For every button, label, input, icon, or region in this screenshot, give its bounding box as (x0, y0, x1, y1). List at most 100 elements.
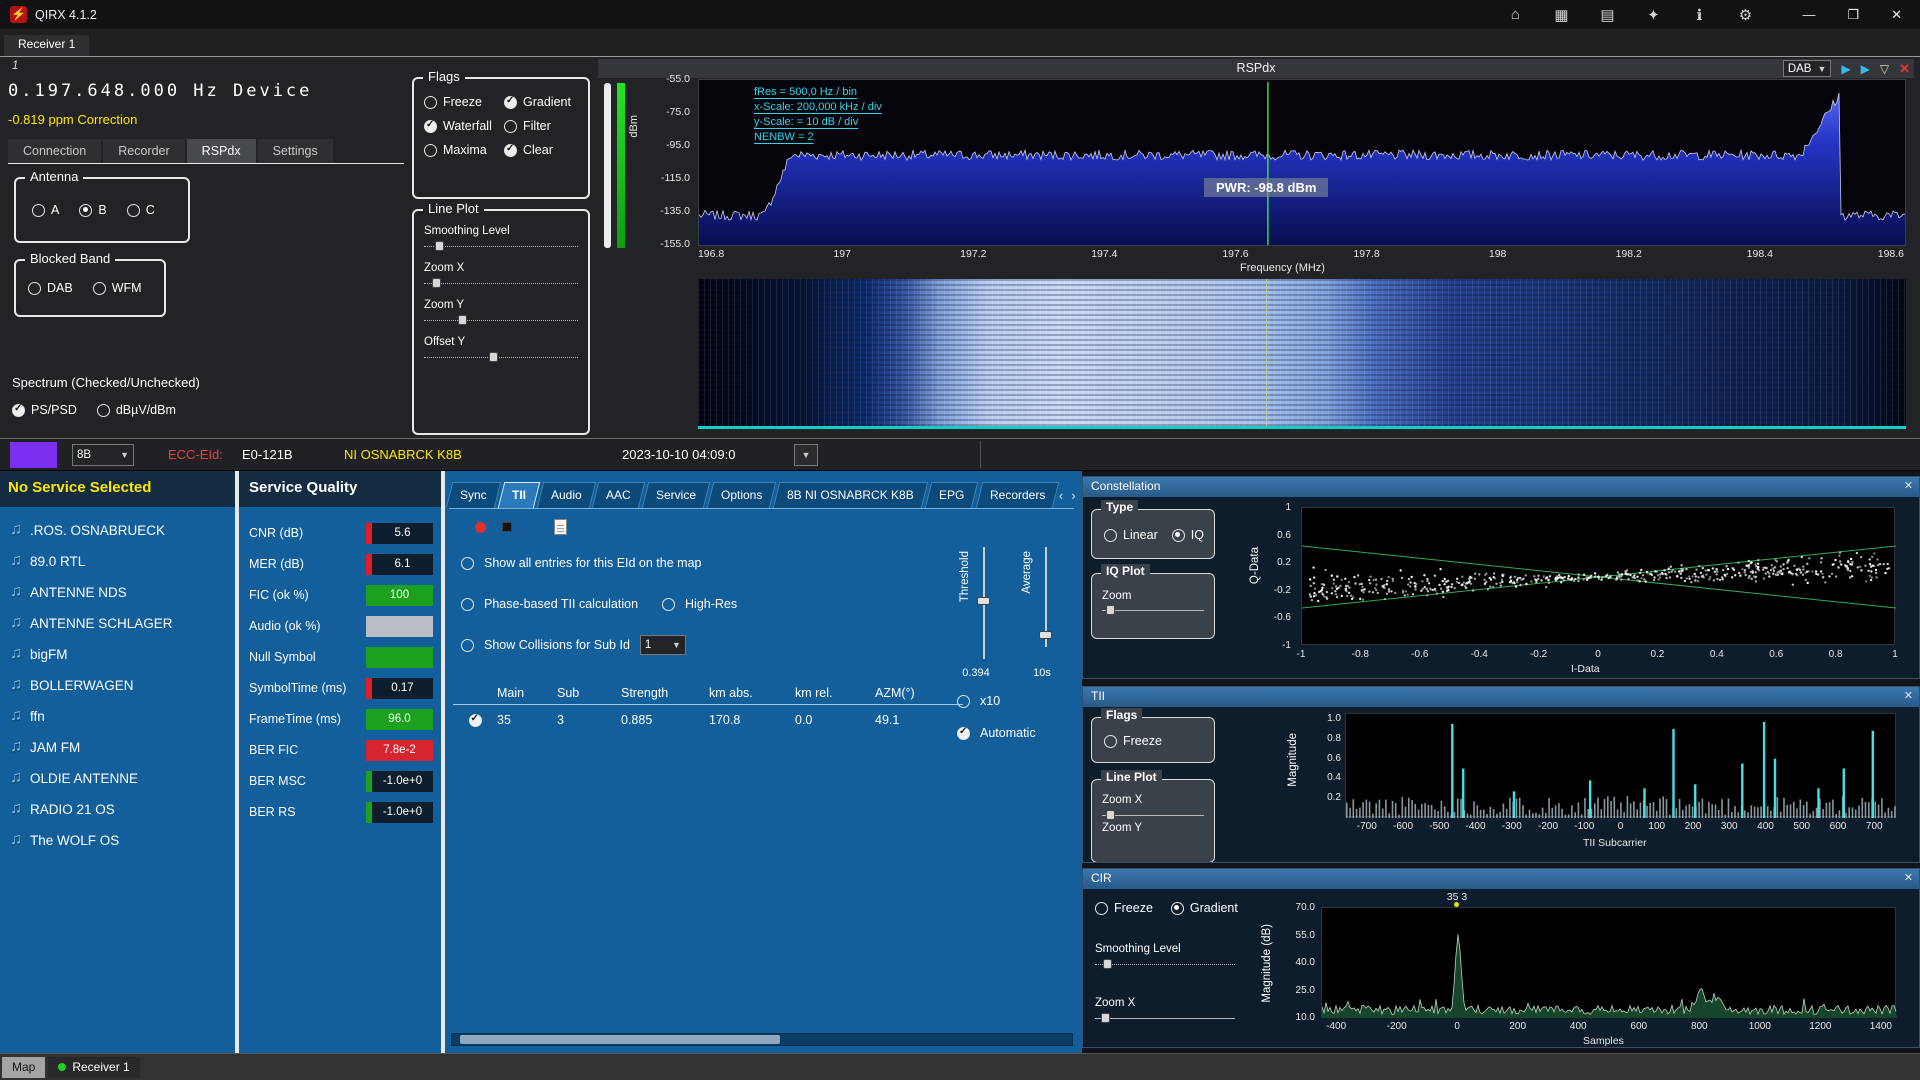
slider-offset-y[interactable] (424, 351, 578, 364)
check-gradient[interactable]: Gradient (504, 95, 580, 109)
timestamp-dropdown-button[interactable]: ▼ (794, 444, 818, 466)
tab-audio[interactable]: Audio (536, 482, 596, 508)
slider-thumb[interactable] (977, 597, 990, 605)
grid-icon[interactable]: ▦ (1552, 6, 1570, 24)
tab-rspdx[interactable]: RSPdx (186, 139, 256, 163)
tab-prev-icon[interactable]: ‹ (1059, 488, 1063, 504)
map-icon[interactable]: ▤ (1598, 6, 1616, 24)
settings-icon[interactable]: ⚙ (1736, 6, 1754, 24)
slider-smoothing-level[interactable] (1095, 958, 1235, 971)
play-all-icon[interactable]: ▶ (1861, 62, 1870, 76)
maximize-button[interactable]: ❐ (1847, 7, 1859, 23)
close-button[interactable]: ✕ (1891, 7, 1902, 23)
radio-freeze[interactable]: Freeze (1104, 734, 1162, 748)
close-icon[interactable]: ✕ (1904, 479, 1913, 492)
close-icon[interactable]: ✕ (1904, 689, 1913, 702)
iq-zoom-slider[interactable] (1102, 604, 1204, 617)
tab-tii[interactable]: TII (497, 482, 540, 508)
service-item[interactable]: ♫ .ROS. OSNABRUECK (0, 515, 235, 545)
service-item[interactable]: ♫ ANTENNE NDS (0, 577, 235, 607)
check-clear[interactable]: Clear (504, 143, 580, 157)
statusbar-tab-map[interactable]: Map (2, 1056, 46, 1078)
slider-thumb[interactable] (488, 352, 498, 362)
radio-linear[interactable]: Linear (1104, 528, 1158, 542)
radio-a[interactable]: A (32, 203, 59, 217)
radio-high-res[interactable] (662, 597, 676, 611)
check-freeze[interactable]: Freeze (424, 95, 500, 109)
spectrum-scale-slider[interactable] (604, 83, 611, 248)
stop-icon[interactable] (502, 522, 512, 532)
service-item[interactable]: ♫ bigFM (0, 639, 235, 669)
slider-thumb[interactable] (1106, 605, 1116, 615)
radio-c[interactable]: C (126, 203, 155, 217)
statusbar-tab-receiver-1[interactable]: Receiver 1 (48, 1056, 140, 1078)
service-item[interactable]: ♫ OLDIE ANTENNE (0, 763, 235, 793)
slider-thumb[interactable] (434, 241, 444, 251)
slider-thumb[interactable] (457, 315, 467, 325)
tab-next-icon[interactable]: › (1071, 488, 1075, 504)
tab-sync[interactable]: Sync (445, 482, 501, 508)
slider-zoom-x[interactable] (424, 277, 578, 290)
close-icon[interactable]: ✕ (1904, 871, 1913, 884)
tab-8b-ni-osnabrck-k8b[interactable]: 8B NI OSNABRCK K8B (773, 482, 929, 508)
slider-smoothing-level[interactable] (424, 240, 578, 253)
filter-icon[interactable]: ▽ (1880, 62, 1889, 76)
service-item[interactable]: ♫ The WOLF OS (0, 825, 235, 855)
tab-settings[interactable]: Settings (257, 139, 333, 163)
tab-recorder[interactable]: Recorder (103, 139, 185, 163)
check-maxima[interactable]: Maxima (424, 143, 500, 157)
tab-options[interactable]: Options (706, 482, 777, 508)
play-icon[interactable]: ▶ (1841, 62, 1850, 76)
constellation-plot[interactable] (1301, 507, 1897, 645)
checkbox-show-collisions[interactable] (461, 638, 474, 652)
check-filter[interactable]: Filter (504, 119, 580, 133)
radio-gradient[interactable]: Gradient (1170, 901, 1238, 915)
radio-iq[interactable]: IQ (1171, 528, 1204, 542)
tab-aac[interactable]: AAC (592, 482, 646, 508)
close-receiver-icon[interactable]: ✕ (1899, 61, 1910, 77)
tab-epg[interactable]: EPG (924, 482, 979, 508)
radio-dab[interactable]: DAB (28, 281, 73, 295)
channel-combo[interactable]: 8B ▼ (72, 444, 134, 466)
service-item[interactable]: ♫ JAM FM (0, 732, 235, 762)
average-slider[interactable] (1039, 547, 1053, 647)
slider-zoom-y[interactable] (424, 314, 578, 327)
check-waterfall[interactable]: Waterfall (424, 119, 500, 133)
radio-wfm[interactable]: WFM (92, 281, 142, 295)
network-icon[interactable]: ✦ (1644, 6, 1662, 24)
slider-thumb[interactable] (1106, 810, 1116, 820)
horizontal-scrollbar[interactable] (451, 1033, 1073, 1046)
radio-freeze[interactable]: Freeze (1095, 901, 1153, 915)
subid-combo[interactable]: 1 ▼ (639, 635, 686, 655)
minimize-button[interactable]: — (1802, 7, 1815, 23)
waterfall[interactable] (698, 279, 1906, 429)
service-item[interactable]: ♫ 89.0 RTL (0, 546, 235, 576)
slider-zoom-x[interactable] (1102, 809, 1204, 822)
checkbox-show-all-entries[interactable] (461, 556, 474, 570)
threshold-slider[interactable] (977, 547, 991, 659)
tab-recorders[interactable]: Recorders (975, 482, 1060, 508)
check-ps-psd[interactable]: PS/PSD (12, 403, 77, 417)
row-checkbox[interactable] (468, 713, 482, 727)
radio-db-v-dbm[interactable]: dBµV/dBm (96, 403, 176, 417)
record-icon[interactable] (475, 521, 486, 533)
table-row[interactable]: 35 3 0.885 170.8 0.0 49.1 (453, 705, 963, 735)
scrollbar-thumb[interactable] (460, 1035, 780, 1044)
slider-thumb[interactable] (1039, 631, 1052, 639)
home-icon[interactable]: ⌂ (1506, 6, 1524, 23)
slider-zoom-x[interactable] (1095, 1012, 1235, 1025)
tii-plot[interactable] (1345, 713, 1896, 819)
slider-thumb[interactable] (1103, 959, 1113, 969)
tab-service[interactable]: Service (641, 482, 711, 508)
service-item[interactable]: ♫ ffn (0, 701, 235, 731)
cir-plot[interactable] (1321, 907, 1897, 1018)
slider-thumb[interactable] (1100, 1013, 1110, 1023)
checkbox-phase-based[interactable] (461, 597, 474, 611)
service-item[interactable]: ♫ RADIO 21 OS (0, 794, 235, 824)
radio-b[interactable]: B (79, 203, 107, 217)
service-item[interactable]: ♫ ANTENNE SCHLAGER (0, 608, 235, 638)
tab-connection[interactable]: Connection (8, 139, 102, 163)
document-icon[interactable] (554, 519, 567, 535)
info-icon[interactable]: ℹ (1690, 6, 1708, 24)
slider-thumb[interactable] (431, 278, 441, 288)
